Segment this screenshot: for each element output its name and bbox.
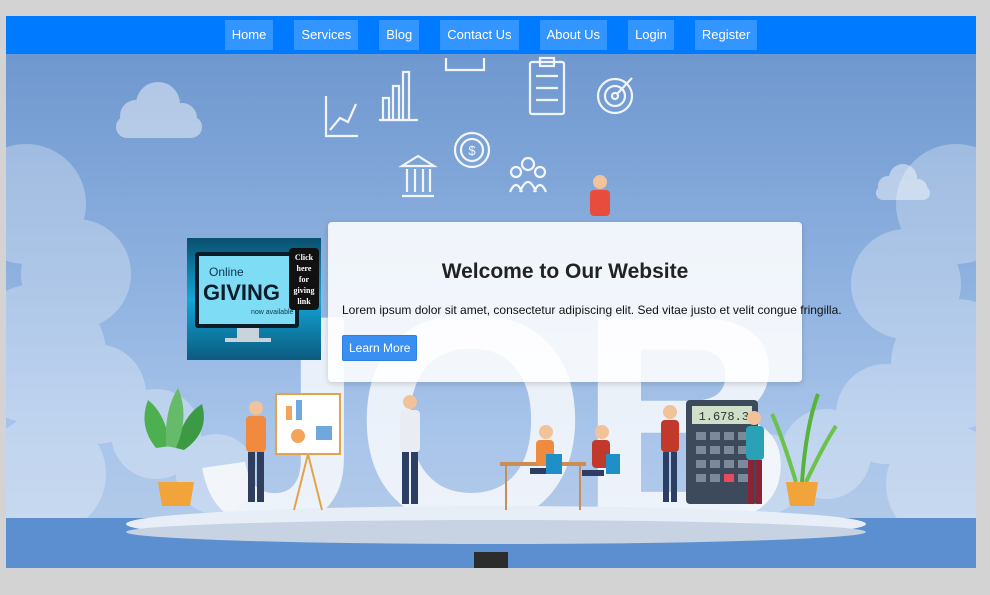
nav-contact-us[interactable]: Contact Us: [440, 20, 519, 50]
nav-about-us[interactable]: About Us: [539, 20, 608, 50]
welcome-card: Welcome to Our Website Lorem ipsum dolor…: [328, 222, 842, 382]
browser-viewport: Home Services Blog Contact Us About Us L…: [6, 16, 976, 568]
welcome-title: Welcome to Our Website: [441, 260, 689, 283]
nav-login[interactable]: Login: [628, 20, 674, 50]
carousel-indicator[interactable]: [474, 552, 508, 568]
giving-line3: now available: [251, 309, 294, 316]
giving-line1: Online: [209, 265, 244, 279]
bank-icon: [398, 154, 438, 198]
wallet-icon: [444, 58, 486, 72]
person-on-card: [590, 175, 610, 216]
giving-badge-word: for: [299, 275, 310, 284]
online-giving-image[interactable]: Online GIVING now available Click here f…: [187, 238, 321, 360]
calculator-display: 1.678.3: [699, 410, 749, 424]
target-icon: [596, 77, 634, 115]
nav-services[interactable]: Services: [294, 20, 359, 50]
top-navbar: Home Services Blog Contact Us About Us L…: [6, 16, 976, 54]
giving-badge-word: here: [297, 264, 312, 273]
line-chart-icon: [324, 96, 358, 138]
team-icon: [508, 156, 548, 193]
learn-more-button[interactable]: Learn More: [342, 335, 418, 361]
cloud-icon: [116, 82, 202, 138]
nav-register[interactable]: Register: [694, 20, 758, 50]
nav-home[interactable]: Home: [224, 20, 274, 50]
clipboard-icon: [528, 56, 566, 116]
dollar-sign-icon: $: [468, 143, 476, 158]
hero-banner: $ JOB 1.678.3 Online GIVING now availabl…: [6, 54, 976, 568]
giving-badge-word: giving: [294, 286, 315, 295]
giving-badge-word: Click: [295, 253, 314, 262]
nav-blog[interactable]: Blog: [379, 20, 420, 50]
giving-badge-word: link: [297, 297, 311, 306]
giving-line2: GIVING: [203, 280, 280, 305]
bar-chart-icon: [379, 70, 418, 122]
welcome-text: Lorem ipsum dolor sit amet, consectetur …: [342, 303, 842, 317]
